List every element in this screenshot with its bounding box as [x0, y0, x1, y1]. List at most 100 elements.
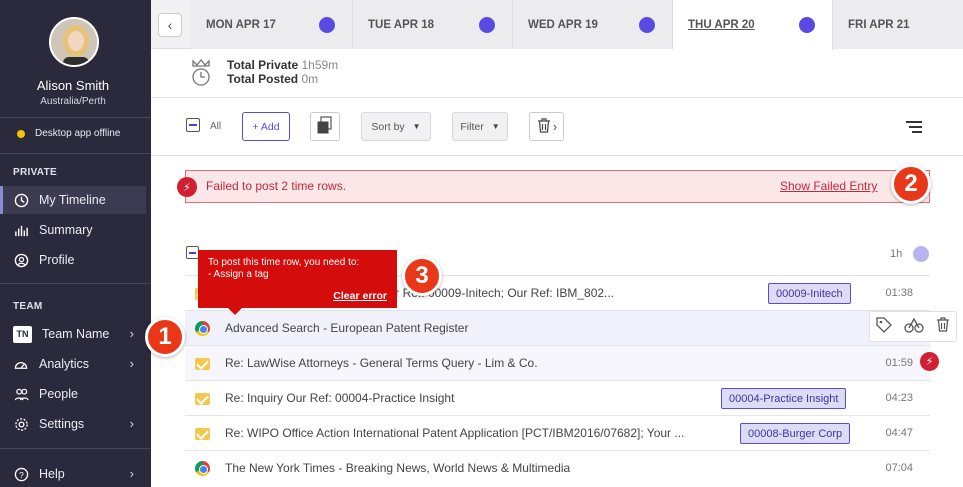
callout-badge: 2	[891, 164, 931, 204]
status-dot-icon	[17, 129, 25, 138]
mail-icon	[195, 391, 210, 406]
clock-icon	[13, 192, 29, 208]
show-failed-entry-link[interactable]: Show Failed Entry	[780, 179, 877, 193]
day-status-dot	[799, 17, 815, 33]
chevron-right-icon: ›	[129, 326, 134, 341]
tab-label: TUE APR 18	[368, 18, 435, 31]
speedometer-icon	[13, 356, 29, 372]
failed-lightning-icon[interactable]: ⚡	[920, 352, 939, 371]
trash-icon	[536, 117, 552, 137]
clear-error-link[interactable]: Clear error	[333, 290, 387, 302]
error-message: Failed to post 2 time rows.	[206, 179, 347, 193]
sidebar-item-label: Profile	[39, 253, 75, 267]
total-private-value: 1h59m	[301, 58, 339, 72]
tab-label: FRI APR 21	[848, 18, 910, 31]
sidebar-item-label: Analytics	[39, 357, 90, 371]
delete-menu-button[interactable]: ›	[529, 112, 564, 141]
app-status-label: Desktop app offline	[35, 128, 121, 139]
chevron-left-icon: ‹	[167, 17, 173, 33]
app-status: Desktop app offline	[17, 128, 120, 139]
total-posted-value: 0m	[301, 72, 319, 86]
tab-tue[interactable]: TUE APR 18	[353, 0, 513, 49]
chrome-icon	[195, 321, 210, 336]
menu-icon[interactable]	[906, 121, 922, 133]
add-button[interactable]: + Add	[242, 112, 290, 141]
sidebar-item-help[interactable]: ? Help ›	[0, 460, 146, 487]
row-title: Re: WIPO Office Action International Pat…	[225, 426, 685, 440]
mail-icon	[195, 426, 210, 441]
row-tag[interactable]: 00004-Practice Insight	[721, 388, 847, 409]
prev-week-button[interactable]: ‹	[158, 13, 182, 37]
tab-label: THU APR 20	[688, 19, 755, 31]
mail-icon	[195, 356, 210, 371]
sidebar-item-profile[interactable]: Profile	[0, 246, 146, 274]
section-team: TEAM	[13, 301, 43, 312]
divider	[151, 97, 963, 98]
filter-label: Filter	[460, 120, 484, 133]
split-icon[interactable]	[904, 316, 924, 338]
row-actions	[869, 311, 957, 342]
filter-dropdown[interactable]: Filter ▼	[452, 112, 508, 141]
error-tooltip: To post this time row, you need to: - As…	[198, 250, 397, 315]
callout-badge: 3	[402, 256, 442, 296]
sidebar-item-label: Summary	[39, 223, 93, 237]
profile-icon	[13, 252, 29, 268]
sidebar-item-analytics[interactable]: Analytics ›	[0, 350, 146, 378]
sidebar-item-label: Help	[39, 467, 65, 481]
sidebar-item-label: Team Name	[42, 327, 110, 341]
gear-icon	[13, 416, 29, 432]
caret-down-icon: ▼	[412, 122, 421, 131]
divider	[151, 155, 963, 156]
tab-label: WED APR 19	[528, 18, 598, 31]
sidebar-item-team-name[interactable]: TN Team Name ›	[0, 320, 146, 348]
tab-label: MON APR 17	[206, 18, 276, 31]
help-icon: ?	[13, 466, 29, 482]
table-row[interactable]: Re: WIPO Office Action International Pat…	[185, 415, 930, 450]
total-private: Total Private 1h59m	[227, 58, 338, 72]
user-name: Alison Smith	[36, 78, 110, 93]
sidebar-item-settings[interactable]: Settings ›	[0, 410, 146, 438]
people-icon	[13, 386, 29, 402]
table-row[interactable]: Re: LawWise Attorneys - General Terms Qu…	[185, 345, 930, 380]
sort-label: Sort by	[371, 120, 405, 133]
day-status-dot	[319, 17, 335, 33]
select-all-label: All	[210, 121, 222, 132]
tooltip-line: - Assign a tag	[208, 269, 269, 280]
lightning-icon: ⚡	[177, 177, 197, 197]
tab-wed[interactable]: WED APR 19	[513, 0, 673, 49]
sort-dropdown[interactable]: Sort by ▼	[361, 112, 431, 141]
row-time: 01:38	[885, 287, 913, 299]
timer-crown-icon	[190, 58, 212, 86]
row-time: 01:59	[885, 357, 913, 369]
sidebar-item-people[interactable]: People	[0, 380, 146, 408]
select-all-checkbox[interactable]	[186, 118, 200, 132]
row-title: Re: Inquiry Our Ref: 00004-Practice Insi…	[225, 391, 455, 405]
row-tag[interactable]: 00008-Burger Corp	[740, 423, 851, 444]
table-row[interactable]: Advanced Search - European Patent Regist…	[185, 310, 930, 345]
table-row[interactable]: The New York Times - Breaking News, Worl…	[185, 450, 930, 485]
row-time: 07:04	[885, 462, 913, 474]
group-duration: 1h	[890, 248, 903, 260]
divider	[0, 283, 151, 284]
row-title: Advanced Search - European Patent Regist…	[225, 321, 469, 335]
sidebar-item-summary[interactable]: Summary	[0, 216, 146, 244]
avatar[interactable]	[49, 17, 99, 67]
table-row[interactable]: Re: Inquiry Our Ref: 00004-Practice Insi…	[185, 380, 930, 415]
sidebar-item-label: My Timeline	[39, 193, 106, 207]
chevron-right-icon: ›	[129, 416, 134, 431]
trash-icon[interactable]	[935, 316, 951, 337]
chevron-right-icon: ›	[129, 356, 134, 371]
row-time: 04:47	[885, 427, 913, 439]
row-tag[interactable]: 00009-Initech	[768, 283, 851, 304]
total-posted-label: Total Posted	[227, 72, 299, 86]
tab-thu[interactable]: THU APR 20	[673, 0, 833, 50]
tag-icon[interactable]	[875, 316, 893, 338]
sidebar-item-my-timeline[interactable]: My Timeline	[0, 186, 146, 214]
tab-mon[interactable]: MON APR 17	[191, 0, 353, 49]
chevron-right-icon: ›	[129, 466, 134, 481]
bar-chart-icon	[13, 222, 29, 238]
tab-fri[interactable]: FRI APR 21	[833, 0, 963, 49]
copy-button[interactable]	[310, 112, 340, 141]
day-status-dot	[479, 17, 495, 33]
row-title: Re: LawWise Attorneys - General Terms Qu…	[225, 356, 538, 370]
